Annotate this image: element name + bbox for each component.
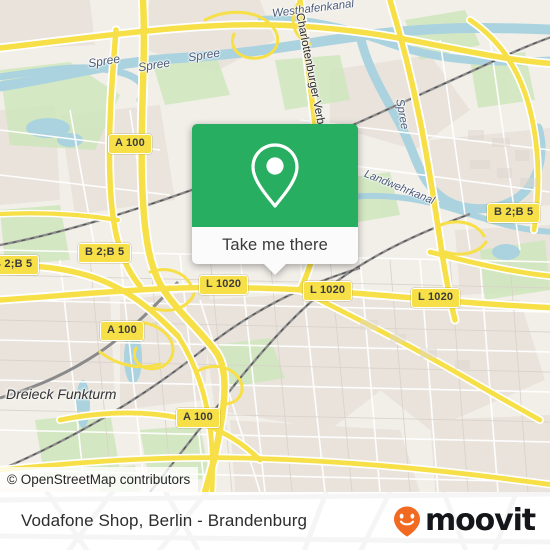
moovit-map-screenshot: Spree Spree Spree Westhafenkanal Spree L… (0, 0, 550, 550)
popup-pointer-tail (264, 264, 286, 275)
moovit-pin-smiley-icon (393, 506, 420, 537)
popup-action-bar[interactable]: Take me there (192, 227, 358, 275)
popup-header (192, 124, 358, 227)
take-me-there-popup[interactable]: Take me there (192, 124, 358, 275)
map-pin-icon (246, 140, 304, 212)
moovit-wordmark: moovit (424, 503, 536, 538)
moovit-logo[interactable]: moovit (390, 503, 536, 538)
map-canvas[interactable]: Spree Spree Spree Westhafenkanal Spree L… (0, 0, 550, 492)
location-title: Vodafone Shop, Berlin - Brandenburg (21, 511, 308, 530)
take-me-there-label: Take me there (222, 236, 328, 254)
bottom-bar: Vodafone Shop, Berlin - Brandenburg moov… (0, 492, 550, 550)
osm-attribution[interactable]: © OpenStreetMap contributors (0, 466, 199, 492)
